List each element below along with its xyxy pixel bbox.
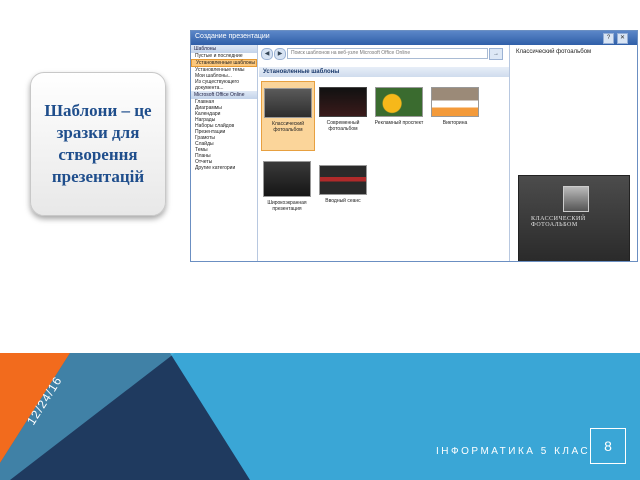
preview-caption: КЛАССИЧЕСКИЙ ФОТОАЛЬБОМ	[531, 216, 586, 228]
footer-subject: ІНФОРМАТИКА 5 КЛАС	[436, 446, 591, 457]
template-categories-pane: Шаблоны Пустые и последние Установленные…	[191, 45, 258, 261]
category-online-other[interactable]: Другие категории	[191, 165, 257, 171]
forward-icon[interactable]: ▶	[274, 48, 286, 60]
template-label: Вводный сеанс	[325, 198, 361, 204]
section-header-office-online: Microsoft Office Online	[191, 91, 257, 99]
template-thumbnail	[264, 88, 312, 118]
template-label: Широкоэкранная презентация	[267, 200, 307, 212]
page-number: 8	[590, 428, 626, 464]
callout-text: Шаблони – це зразки для створення презен…	[44, 101, 152, 186]
search-go-button[interactable]: →	[489, 48, 503, 60]
category-installed-templates[interactable]: Установленные шаблоны	[191, 59, 257, 67]
template-thumbnail	[263, 161, 311, 197]
template-widescreen[interactable]: Широкоэкранная презентация	[261, 159, 313, 217]
template-classic-photo-album[interactable]: Классический фотоальбом	[261, 81, 315, 151]
template-quiz[interactable]: Викторина	[429, 81, 481, 149]
template-thumbnail	[319, 87, 367, 117]
template-modern-photo-album[interactable]: Современный фотоальбом	[317, 81, 369, 149]
help-icon[interactable]: ?	[603, 33, 614, 44]
template-thumbnail	[319, 165, 367, 195]
dialog-titlebar: Создание презентации ? ✕	[191, 31, 637, 45]
preview-image: КЛАССИЧЕСКИЙ ФОТОАЛЬБОМ	[518, 175, 630, 261]
new-presentation-dialog: Создание презентации ? ✕ Шаблоны Пустые …	[190, 30, 638, 262]
template-label: Викторина	[442, 120, 468, 126]
template-thumbnail	[375, 87, 423, 117]
preview-title: Классический фотоальбом	[516, 49, 592, 55]
template-label: Современный фотоальбом	[326, 120, 360, 132]
dialog-title: Создание презентации	[195, 33, 270, 40]
back-icon[interactable]: ◀	[261, 48, 273, 60]
template-label: Рекламный проспект	[374, 120, 424, 126]
search-input[interactable]: Поиск шаблонов на веб-узле Microsoft Off…	[287, 48, 488, 59]
template-brochure[interactable]: Рекламный проспект	[373, 81, 425, 149]
template-intro-session[interactable]: Вводный сеанс	[317, 159, 369, 217]
category-from-existing[interactable]: Из существующего документа...	[191, 79, 257, 91]
section-header-templates: Шаблоны	[191, 45, 257, 53]
installed-templates-header: Установленные шаблоны	[259, 67, 515, 77]
template-label: Классический фотоальбом	[271, 121, 305, 133]
search-toolbar: ◀ ▶ Поиск шаблонов на веб-узле Microsoft…	[261, 48, 511, 60]
callout-box: Шаблони – це зразки для створення презен…	[30, 72, 166, 216]
template-thumbnail	[431, 87, 479, 117]
close-icon[interactable]: ✕	[617, 33, 628, 44]
preview-photo-frame	[563, 186, 589, 212]
template-preview-pane: Классический фотоальбом КЛАССИЧЕСКИЙ ФОТ…	[509, 45, 637, 261]
